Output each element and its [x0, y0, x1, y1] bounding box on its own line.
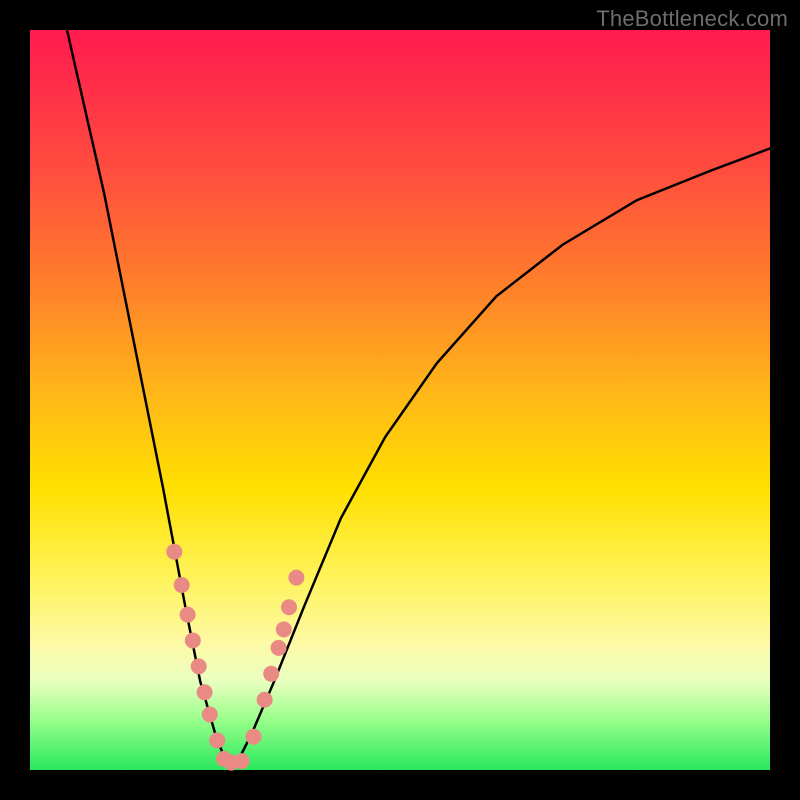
data-point [276, 621, 292, 637]
data-point [209, 732, 225, 748]
data-point [246, 729, 262, 745]
data-point [234, 753, 250, 769]
gradient-plot-area [30, 30, 770, 770]
data-point [263, 666, 279, 682]
data-point [271, 640, 287, 656]
data-point [197, 684, 213, 700]
data-point [288, 570, 304, 586]
data-point [281, 599, 297, 615]
data-point [191, 658, 207, 674]
data-point [180, 607, 196, 623]
data-point [257, 692, 273, 708]
data-point [202, 707, 218, 723]
curve-layer [30, 30, 770, 770]
data-point [185, 633, 201, 649]
watermark-text: TheBottleneck.com [596, 6, 788, 32]
data-point [174, 577, 190, 593]
data-point [166, 544, 182, 560]
chart-frame: TheBottleneck.com [0, 0, 800, 800]
bottleneck-curve [67, 30, 770, 763]
